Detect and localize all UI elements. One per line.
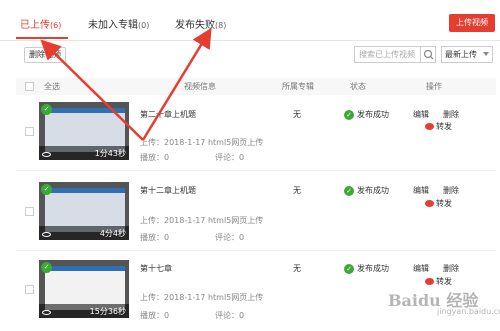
- watermark-url: jingyan.baidu.com: [437, 307, 500, 316]
- arrow-to-uploaded-tab: [40, 39, 144, 141]
- arrow-to-failed-tab: [141, 27, 212, 141]
- annotation-arrows: [40, 27, 212, 141]
